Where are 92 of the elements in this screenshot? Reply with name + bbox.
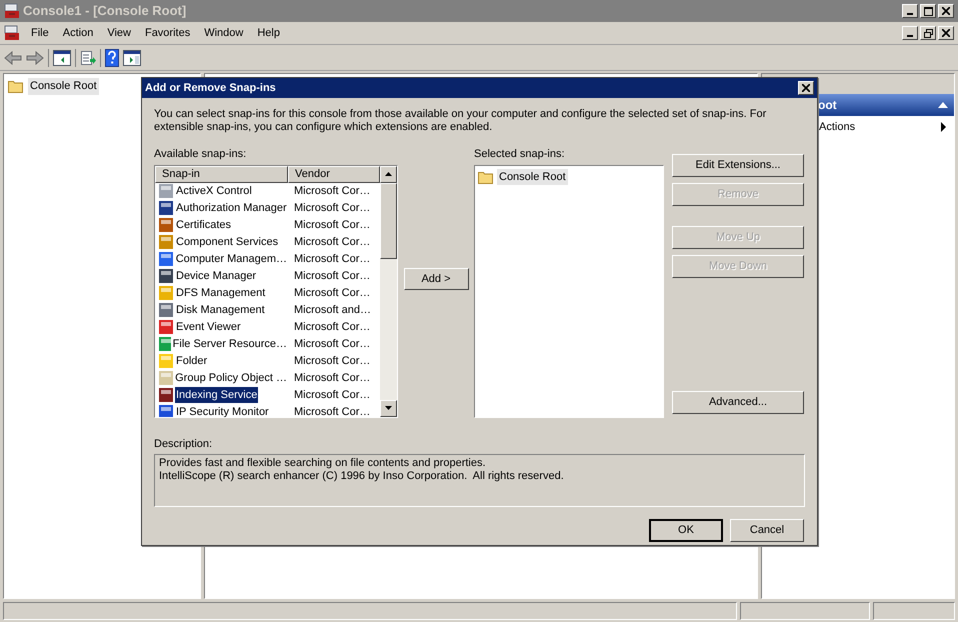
snap-in-name: Authorization Manager <box>175 200 288 216</box>
snap-in-row[interactable]: DFS Management Microsoft Cor… <box>155 284 380 302</box>
snap-in-row[interactable]: Indexing Service Microsoft Cor… <box>155 386 380 404</box>
snap-in-name: Computer Managem… <box>174 252 288 267</box>
back-arrow-icon[interactable] <box>4 50 22 64</box>
snap-in-name: Certificates <box>175 218 232 233</box>
snap-in-vendor: Microsoft Cor… <box>293 388 370 403</box>
snap-in-row[interactable]: Event Viewer Microsoft Cor… <box>155 318 380 336</box>
minimize-button[interactable] <box>902 4 918 18</box>
side-button[interactable]: Advanced... <box>672 391 804 414</box>
available-label: Available snap-ins: <box>154 147 248 162</box>
toolbox-icon <box>4 25 20 41</box>
snap-in-vendor: Microsoft Cor… <box>293 320 370 335</box>
snap-in-vendor: Microsoft Cor… <box>293 404 370 416</box>
restore-icon <box>924 28 932 38</box>
snap-in-row[interactable]: File Server Resource… Microsoft Cor… <box>155 336 380 352</box>
menu-item[interactable]: Help <box>250 24 287 42</box>
snap-in-row[interactable]: Disk Management Microsoft and… <box>155 302 380 318</box>
collapse-icon[interactable] <box>938 102 948 108</box>
maximize-button[interactable] <box>920 4 936 18</box>
column-header[interactable]: Vendor <box>288 166 380 182</box>
scroll-up-icon[interactable] <box>385 172 392 176</box>
snap-in-row[interactable]: Folder Microsoft Cor… <box>155 352 380 370</box>
scroll-down-icon[interactable] <box>385 406 392 410</box>
snap-in-name: DFS Management <box>175 286 266 301</box>
menu-item[interactable]: Favorites <box>138 24 198 42</box>
dialog-title: Add or Remove Snap-ins <box>145 80 276 96</box>
snap-in-row[interactable]: Group Policy Object … Microsoft Cor… <box>155 370 380 386</box>
close-button[interactable] <box>798 81 814 95</box>
snap-in-vendor: Microsoft Cor… <box>293 354 370 369</box>
column-header[interactable]: Snap-in <box>155 166 288 182</box>
snap-in-name: File Server Resource… <box>172 336 288 352</box>
actions-header-title: oot <box>818 97 837 114</box>
maximize-icon <box>924 6 932 16</box>
folder-icon <box>8 79 24 94</box>
help-icon[interactable] <box>105 48 119 66</box>
snap-in-vendor: Microsoft Cor… <box>293 370 370 386</box>
close-icon <box>942 7 950 15</box>
action-label: Actions <box>819 120 856 135</box>
export-list-icon[interactable] <box>80 50 96 66</box>
restore-button[interactable] <box>920 26 936 40</box>
menu-item[interactable]: Action <box>56 24 100 42</box>
snap-in-vendor: Microsoft Cor… <box>293 234 370 250</box>
toolbox-icon <box>4 3 20 19</box>
snap-in-row[interactable]: Authorization Manager Microsoft Cor… <box>155 200 380 216</box>
side-button[interactable]: Edit Extensions... <box>672 154 804 177</box>
snap-in-name: Disk Management <box>175 302 266 318</box>
minimize-button[interactable] <box>902 26 918 40</box>
snap-in-name: ActiveX Control <box>175 184 253 199</box>
snap-in-vendor: Microsoft Cor… <box>293 268 370 284</box>
window-title: Console1 - [Console Root] <box>23 2 186 20</box>
tree-item[interactable]: Console Root <box>28 78 99 94</box>
scroll-thumb[interactable] <box>380 182 397 258</box>
dialog-button[interactable]: Cancel <box>730 519 804 542</box>
action-pane-icon[interactable] <box>123 50 141 66</box>
snap-in-row[interactable]: Component Services Microsoft Cor… <box>155 234 380 250</box>
snap-in-name: Event Viewer <box>175 320 242 335</box>
snap-in-vendor: Microsoft Cor… <box>293 252 370 267</box>
snap-in-vendor: Microsoft Cor… <box>293 218 370 233</box>
close-icon <box>802 84 810 92</box>
snap-in-row[interactable]: ActiveX Control Microsoft Cor… <box>155 182 380 200</box>
menu-item[interactable]: File <box>24 24 56 42</box>
snap-in-row[interactable]: Computer Managem… Microsoft Cor… <box>155 250 380 268</box>
menu-item[interactable]: Window <box>197 24 250 42</box>
submenu-arrow-icon <box>941 122 946 132</box>
snap-in-vendor: Microsoft Cor… <box>293 336 370 352</box>
description-label: Description: <box>154 436 214 452</box>
close-button[interactable] <box>938 26 954 40</box>
description-line: IntelliScope (R) search enhancer (C) 1996 by Inso Corporation. All rights reserved. <box>159 470 565 483</box>
snap-in-vendor: Microsoft Cor… <box>293 184 370 199</box>
snap-in-name: Component Services <box>175 234 280 250</box>
selected-label: Selected snap-ins: <box>474 147 566 162</box>
selected-snap-in[interactable]: Console Root <box>497 168 568 185</box>
close-button[interactable] <box>938 4 954 18</box>
snap-in-row[interactable]: Certificates Microsoft Cor… <box>155 216 380 234</box>
snap-in-name: Group Policy Object … <box>174 370 288 386</box>
forward-arrow-icon[interactable] <box>26 50 44 64</box>
menu-item[interactable]: View <box>100 24 138 42</box>
description-line: Provides fast and flexible searching on file contents and properties. <box>159 457 487 470</box>
snap-in-vendor: Microsoft Cor… <box>293 200 370 216</box>
snap-in-name: Folder <box>175 354 208 369</box>
dialog-button[interactable]: OK <box>649 519 723 542</box>
add-button[interactable]: Add > <box>404 268 468 290</box>
snap-in-vendor: Microsoft Cor… <box>293 286 370 301</box>
snap-in-vendor: Microsoft and… <box>293 302 372 318</box>
snap-in-name: Indexing Service <box>175 386 258 404</box>
scrollbar[interactable] <box>380 166 397 416</box>
close-icon <box>942 29 950 37</box>
show-pane-icon[interactable] <box>53 50 71 66</box>
folder-icon <box>478 170 494 184</box>
snap-in-name: Device Manager <box>175 268 258 284</box>
snap-in-row[interactable]: Device Manager Microsoft Cor… <box>155 268 380 284</box>
